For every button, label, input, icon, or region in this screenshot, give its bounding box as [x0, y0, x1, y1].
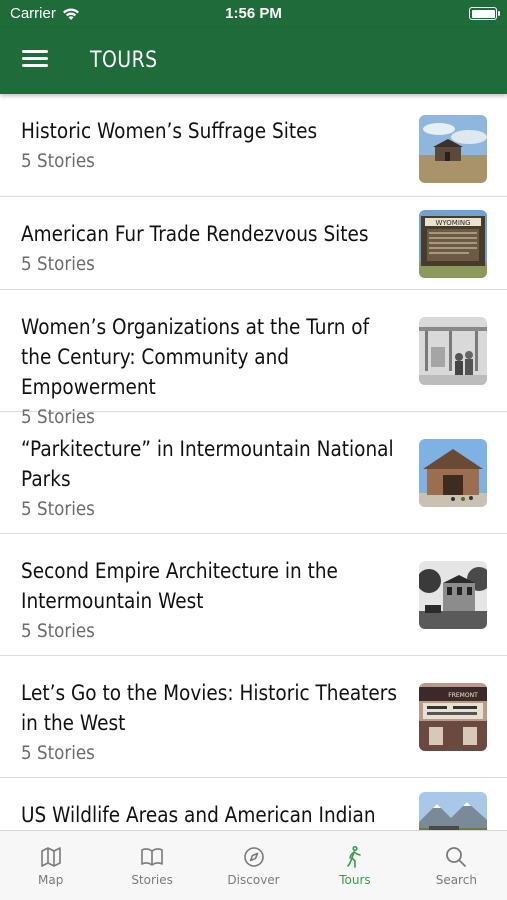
tab-label: Tours [339, 873, 371, 887]
battery-icon [469, 7, 500, 20]
tour-thumbnail: WYOMING [419, 210, 487, 278]
tab-stories[interactable]: Stories [101, 831, 202, 900]
tour-title: Second Empire Architecture in the Interm… [21, 559, 338, 613]
tour-row-parkitecture[interactable]: “Parkitecture” in Intermountain National… [0, 412, 507, 534]
compass-icon [243, 847, 264, 867]
tour-row-theaters[interactable]: Let’s Go to the Movies: Historic Theater… [0, 656, 507, 778]
tour-thumbnail [419, 115, 487, 183]
tour-story-count: 5 Stories [21, 742, 95, 764]
tour-title: Historic Women’s Suffrage Sites [21, 119, 318, 143]
page-title: TOURS [90, 48, 158, 73]
tour-title: Women’s Organizations at the Turn of the… [21, 315, 370, 399]
walker-icon [347, 845, 361, 868]
tour-thumbnail: FREMONT [419, 683, 487, 751]
tour-title: “Parkitecture” in Intermountain National… [21, 437, 394, 491]
tab-label: Map [38, 873, 64, 887]
tour-thumbnail [419, 792, 487, 830]
tour-row-womens-suffrage[interactable]: Historic Women’s Suffrage Sites 5 Storie… [0, 94, 507, 197]
tour-list: Historic Women’s Suffrage Sites 5 Storie… [0, 94, 507, 830]
tab-label: Search [435, 873, 477, 887]
tour-row-second-empire[interactable]: Second Empire Architecture in the Interm… [0, 534, 507, 656]
tab-discover[interactable]: Discover [203, 831, 304, 900]
tour-story-count: 5 Stories [21, 253, 95, 275]
tour-row-wildlife-lands[interactable]: US Wildlife Areas and American Indian La… [0, 778, 507, 830]
tab-search[interactable]: Search [406, 831, 507, 900]
tab-label: Stories [131, 873, 173, 887]
tab-map[interactable]: Map [0, 831, 101, 900]
tour-title: US Wildlife Areas and American Indian La… [21, 803, 376, 827]
tour-story-count: 5 Stories [21, 498, 95, 520]
tour-row-womens-organizations[interactable]: Women’s Organizations at the Turn of the… [0, 290, 507, 428]
tour-thumbnail [419, 561, 487, 629]
tab-bar: Map Stories Discover Tours Search [0, 830, 507, 900]
book-icon [141, 848, 163, 866]
tab-tours[interactable]: Tours [304, 831, 405, 900]
tour-title: Let’s Go to the Movies: Historic Theater… [21, 681, 398, 735]
sign-text: WYOMING [435, 219, 470, 227]
marquee-text: FREMONT [448, 692, 478, 699]
tour-thumbnail [419, 317, 487, 385]
map-icon [40, 847, 61, 867]
hamburger-menu-icon[interactable] [22, 50, 48, 72]
app-header: TOURS [0, 28, 507, 94]
clock: 1:56 PM [225, 5, 282, 22]
tour-thumbnail [419, 439, 487, 507]
tour-title: American Fur Trade Rendezvous Sites [21, 222, 369, 246]
search-icon [446, 847, 467, 867]
tour-row-fur-trade[interactable]: American Fur Trade Rendezvous Sites 5 St… [0, 197, 507, 290]
tab-label: Discover [227, 873, 280, 887]
tour-story-count: 5 Stories [21, 620, 95, 642]
status-bar: Carrier 1:56 PM [0, 0, 507, 28]
tour-story-count: 5 Stories [21, 150, 95, 172]
